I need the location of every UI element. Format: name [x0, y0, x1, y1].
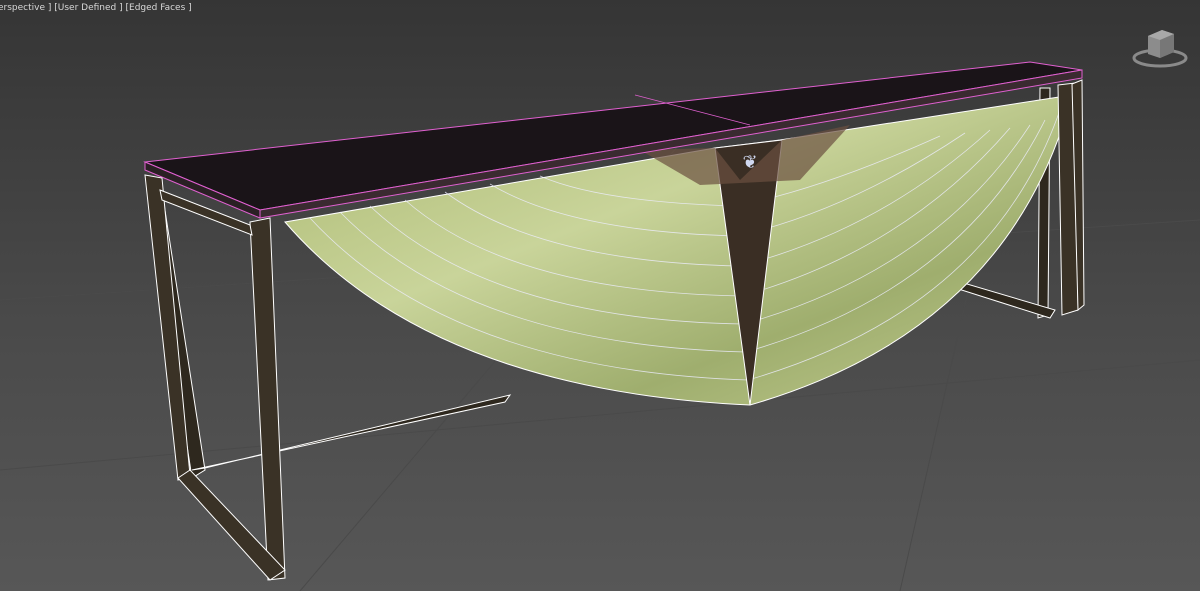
3d-scene[interactable]: ❦	[0, 0, 1200, 591]
viewport-label[interactable]: erspective ] [User Defined ] [Edged Face…	[0, 3, 192, 13]
shading-mode-label[interactable]: [User Defined ]	[54, 3, 122, 13]
viewcube-icon[interactable]	[1130, 22, 1190, 70]
view-mode-label[interactable]: erspective ]	[0, 3, 51, 13]
edged-faces-label[interactable]: [Edged Faces ]	[126, 3, 192, 13]
perspective-viewport[interactable]: ❦ erspective ] [User Defined ] [Edged Fa…	[0, 0, 1200, 591]
logo-emblem: ❦	[742, 152, 757, 173]
